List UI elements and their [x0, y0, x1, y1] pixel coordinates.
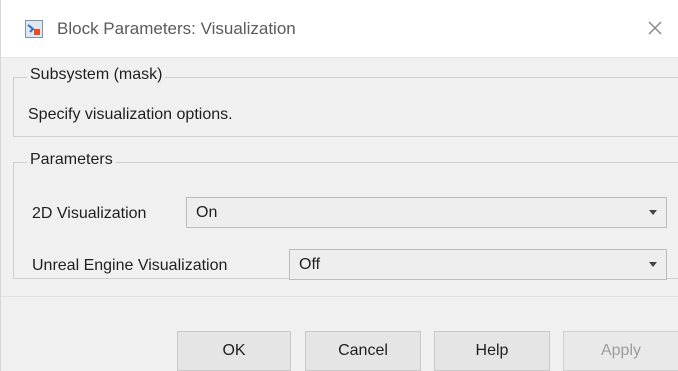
mask-group-legend: Subsystem (mask) — [27, 66, 166, 84]
mask-description-group: Subsystem (mask) Specify visualization o… — [13, 66, 678, 137]
select-value-2d-visualization: On — [196, 204, 218, 221]
select-unreal-engine-visualization[interactable]: Off — [289, 249, 667, 280]
cancel-button[interactable]: Cancel — [305, 331, 421, 371]
param-label-unreal-engine-visualization: Unreal Engine Visualization — [32, 257, 228, 274]
block-parameters-dialog: Block Parameters: Visualization Subsyste… — [0, 0, 678, 371]
footer-divider — [1, 296, 678, 297]
ok-button[interactable]: OK — [177, 331, 291, 371]
param-label-2d-visualization: 2D Visualization — [32, 205, 147, 222]
help-button[interactable]: Help — [434, 331, 550, 371]
chevron-down-icon — [649, 262, 657, 267]
apply-button[interactable]: Apply — [563, 331, 678, 371]
select-2d-visualization[interactable]: On — [186, 197, 667, 228]
parameters-group-legend: Parameters — [27, 151, 116, 169]
window-title: Block Parameters: Visualization — [57, 19, 296, 38]
close-icon[interactable] — [643, 16, 667, 40]
select-value-unreal-engine-visualization: Off — [299, 256, 321, 273]
parameters-group: Parameters 2D Visualization On Unreal En… — [13, 151, 678, 280]
title-bar: Block Parameters: Visualization — [1, 0, 678, 58]
simulink-block-icon — [25, 20, 43, 38]
mask-description: Specify visualization options. — [28, 106, 233, 123]
chevron-down-icon — [649, 210, 657, 215]
